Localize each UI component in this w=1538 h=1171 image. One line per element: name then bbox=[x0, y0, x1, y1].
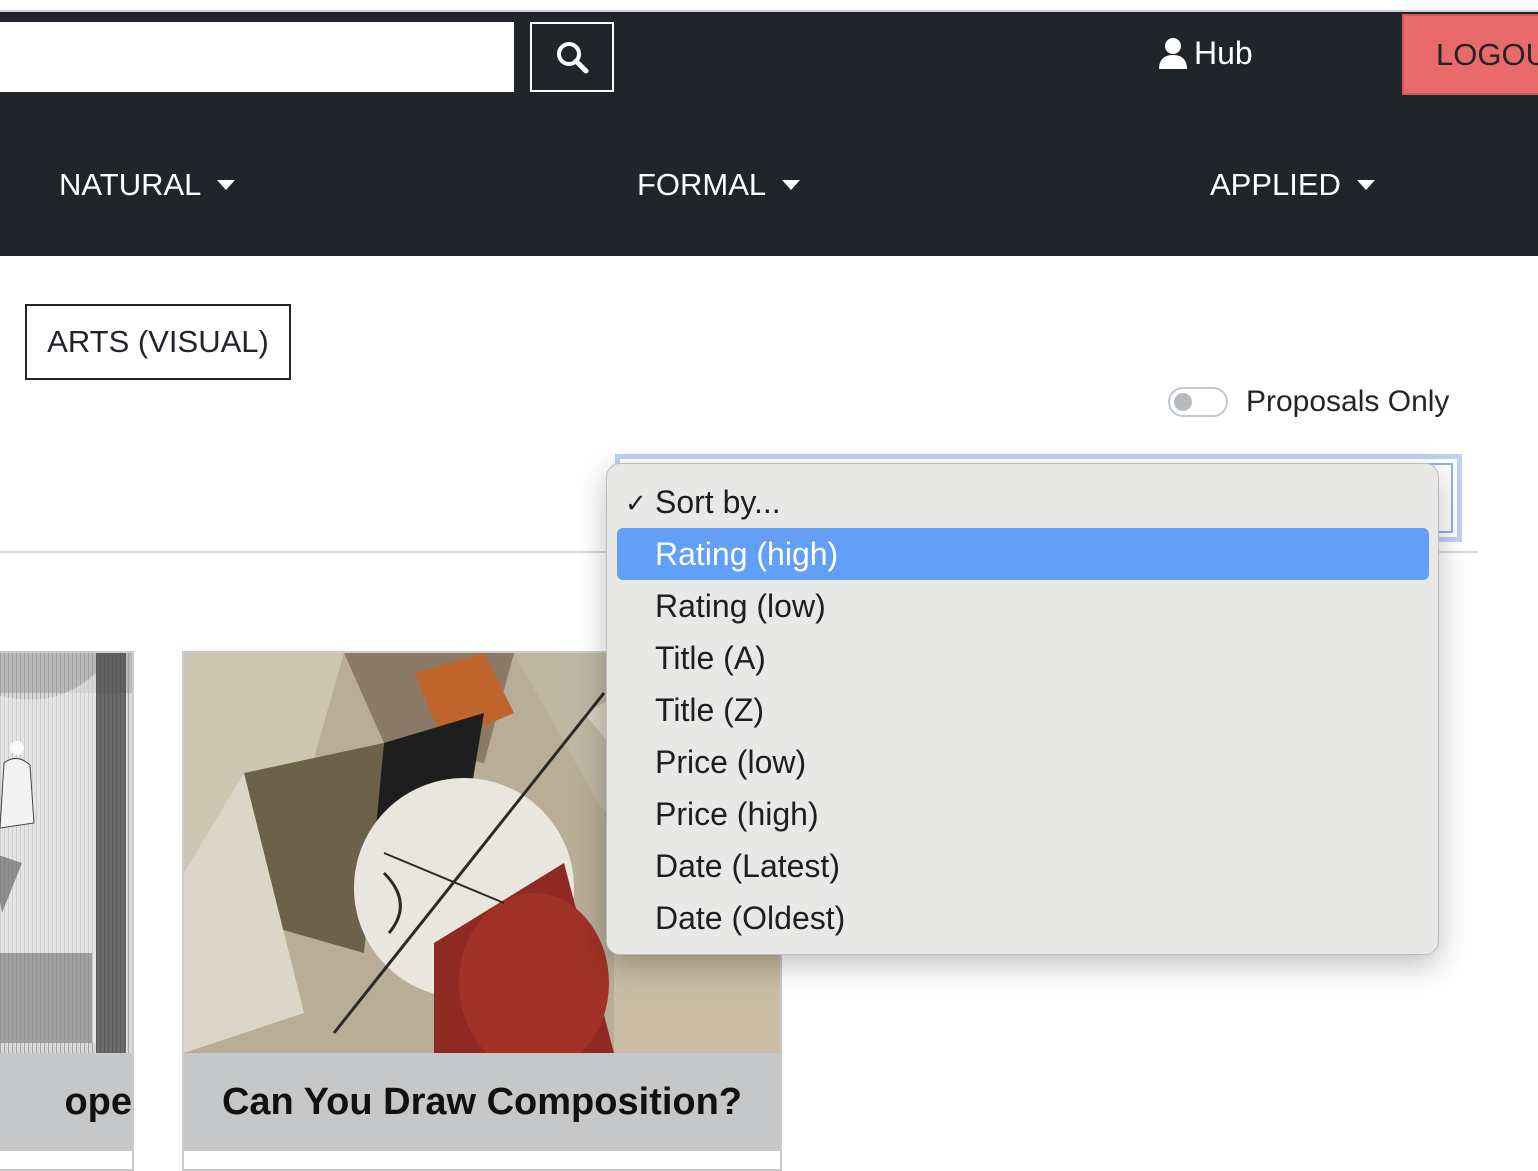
sort-option-label: Price (high) bbox=[655, 795, 819, 832]
nav-formal-dropdown[interactable]: FORMAL bbox=[637, 165, 801, 205]
sort-option-title-a[interactable]: Title (A) bbox=[617, 632, 1429, 684]
sort-option-price-low[interactable]: Price (low) bbox=[617, 736, 1429, 788]
sort-option-label: Sort by... bbox=[655, 483, 781, 520]
nav-formal-label: FORMAL bbox=[637, 167, 767, 202]
card-title-text: Can You Draw Composition? bbox=[221, 1080, 743, 1123]
hub-link[interactable]: Hub bbox=[1158, 30, 1253, 76]
sort-option-label: Rating (low) bbox=[655, 587, 826, 624]
proposals-only-label: Proposals Only bbox=[1246, 385, 1450, 418]
sort-option-rating-high[interactable]: Rating (high) bbox=[617, 528, 1429, 580]
caret-down-icon bbox=[1356, 180, 1375, 190]
nav-applied-label: APPLIED bbox=[1210, 167, 1341, 202]
sort-option-label: Date (Oldest) bbox=[655, 899, 846, 936]
card-title: Can You Draw Composition? bbox=[184, 1053, 780, 1151]
artwork-card[interactable]: ope bbox=[0, 651, 134, 1171]
caret-down-icon bbox=[217, 180, 236, 190]
sort-option-price-high[interactable]: Price (high) bbox=[617, 788, 1429, 840]
search-button[interactable] bbox=[530, 22, 614, 92]
nav-natural-dropdown[interactable]: NATURAL bbox=[59, 165, 236, 205]
card-title-text: ope bbox=[64, 1080, 132, 1123]
window-top-strip bbox=[0, 0, 1538, 10]
search-input[interactable] bbox=[0, 22, 514, 92]
sort-option-title-z[interactable]: Title (Z) bbox=[617, 684, 1429, 736]
caret-down-icon bbox=[782, 180, 801, 190]
logout-label: LOGOU bbox=[1436, 36, 1538, 72]
logout-button[interactable]: LOGOU bbox=[1402, 14, 1538, 95]
sort-option-label: Title (Z) bbox=[655, 691, 765, 728]
sort-option-label: Price (low) bbox=[655, 743, 807, 780]
search-icon bbox=[557, 42, 589, 74]
category-badge[interactable]: ARTS (VISUAL) bbox=[25, 304, 291, 380]
category-badge-label: ARTS (VISUAL) bbox=[47, 324, 269, 359]
toggle-switch[interactable] bbox=[1168, 387, 1228, 417]
sort-option-label: Rating (high) bbox=[655, 535, 839, 572]
sort-option-rating-low[interactable]: Rating (low) bbox=[617, 580, 1429, 632]
sort-dropdown-menu: ✓ Sort by... Rating (high) Rating (low) … bbox=[606, 463, 1439, 955]
nav-applied-dropdown[interactable]: APPLIED bbox=[1210, 165, 1375, 205]
sort-option-date-oldest[interactable]: Date (Oldest) bbox=[617, 892, 1429, 944]
checkmark-icon: ✓ bbox=[625, 488, 647, 518]
card-image-engraving bbox=[0, 653, 132, 1053]
sort-option-label: Date (Latest) bbox=[655, 847, 840, 884]
sort-option-date-latest[interactable]: Date (Latest) bbox=[617, 840, 1429, 892]
card-title: ope bbox=[0, 1053, 132, 1151]
nav-natural-label: NATURAL bbox=[59, 167, 202, 202]
proposals-only-toggle[interactable]: Proposals Only bbox=[1168, 385, 1449, 419]
toggle-knob bbox=[1174, 393, 1192, 411]
user-icon bbox=[1159, 38, 1187, 69]
sort-option-default[interactable]: ✓ Sort by... bbox=[617, 476, 1429, 528]
hub-label: Hub bbox=[1194, 34, 1253, 71]
sort-option-label: Title (A) bbox=[655, 639, 766, 676]
